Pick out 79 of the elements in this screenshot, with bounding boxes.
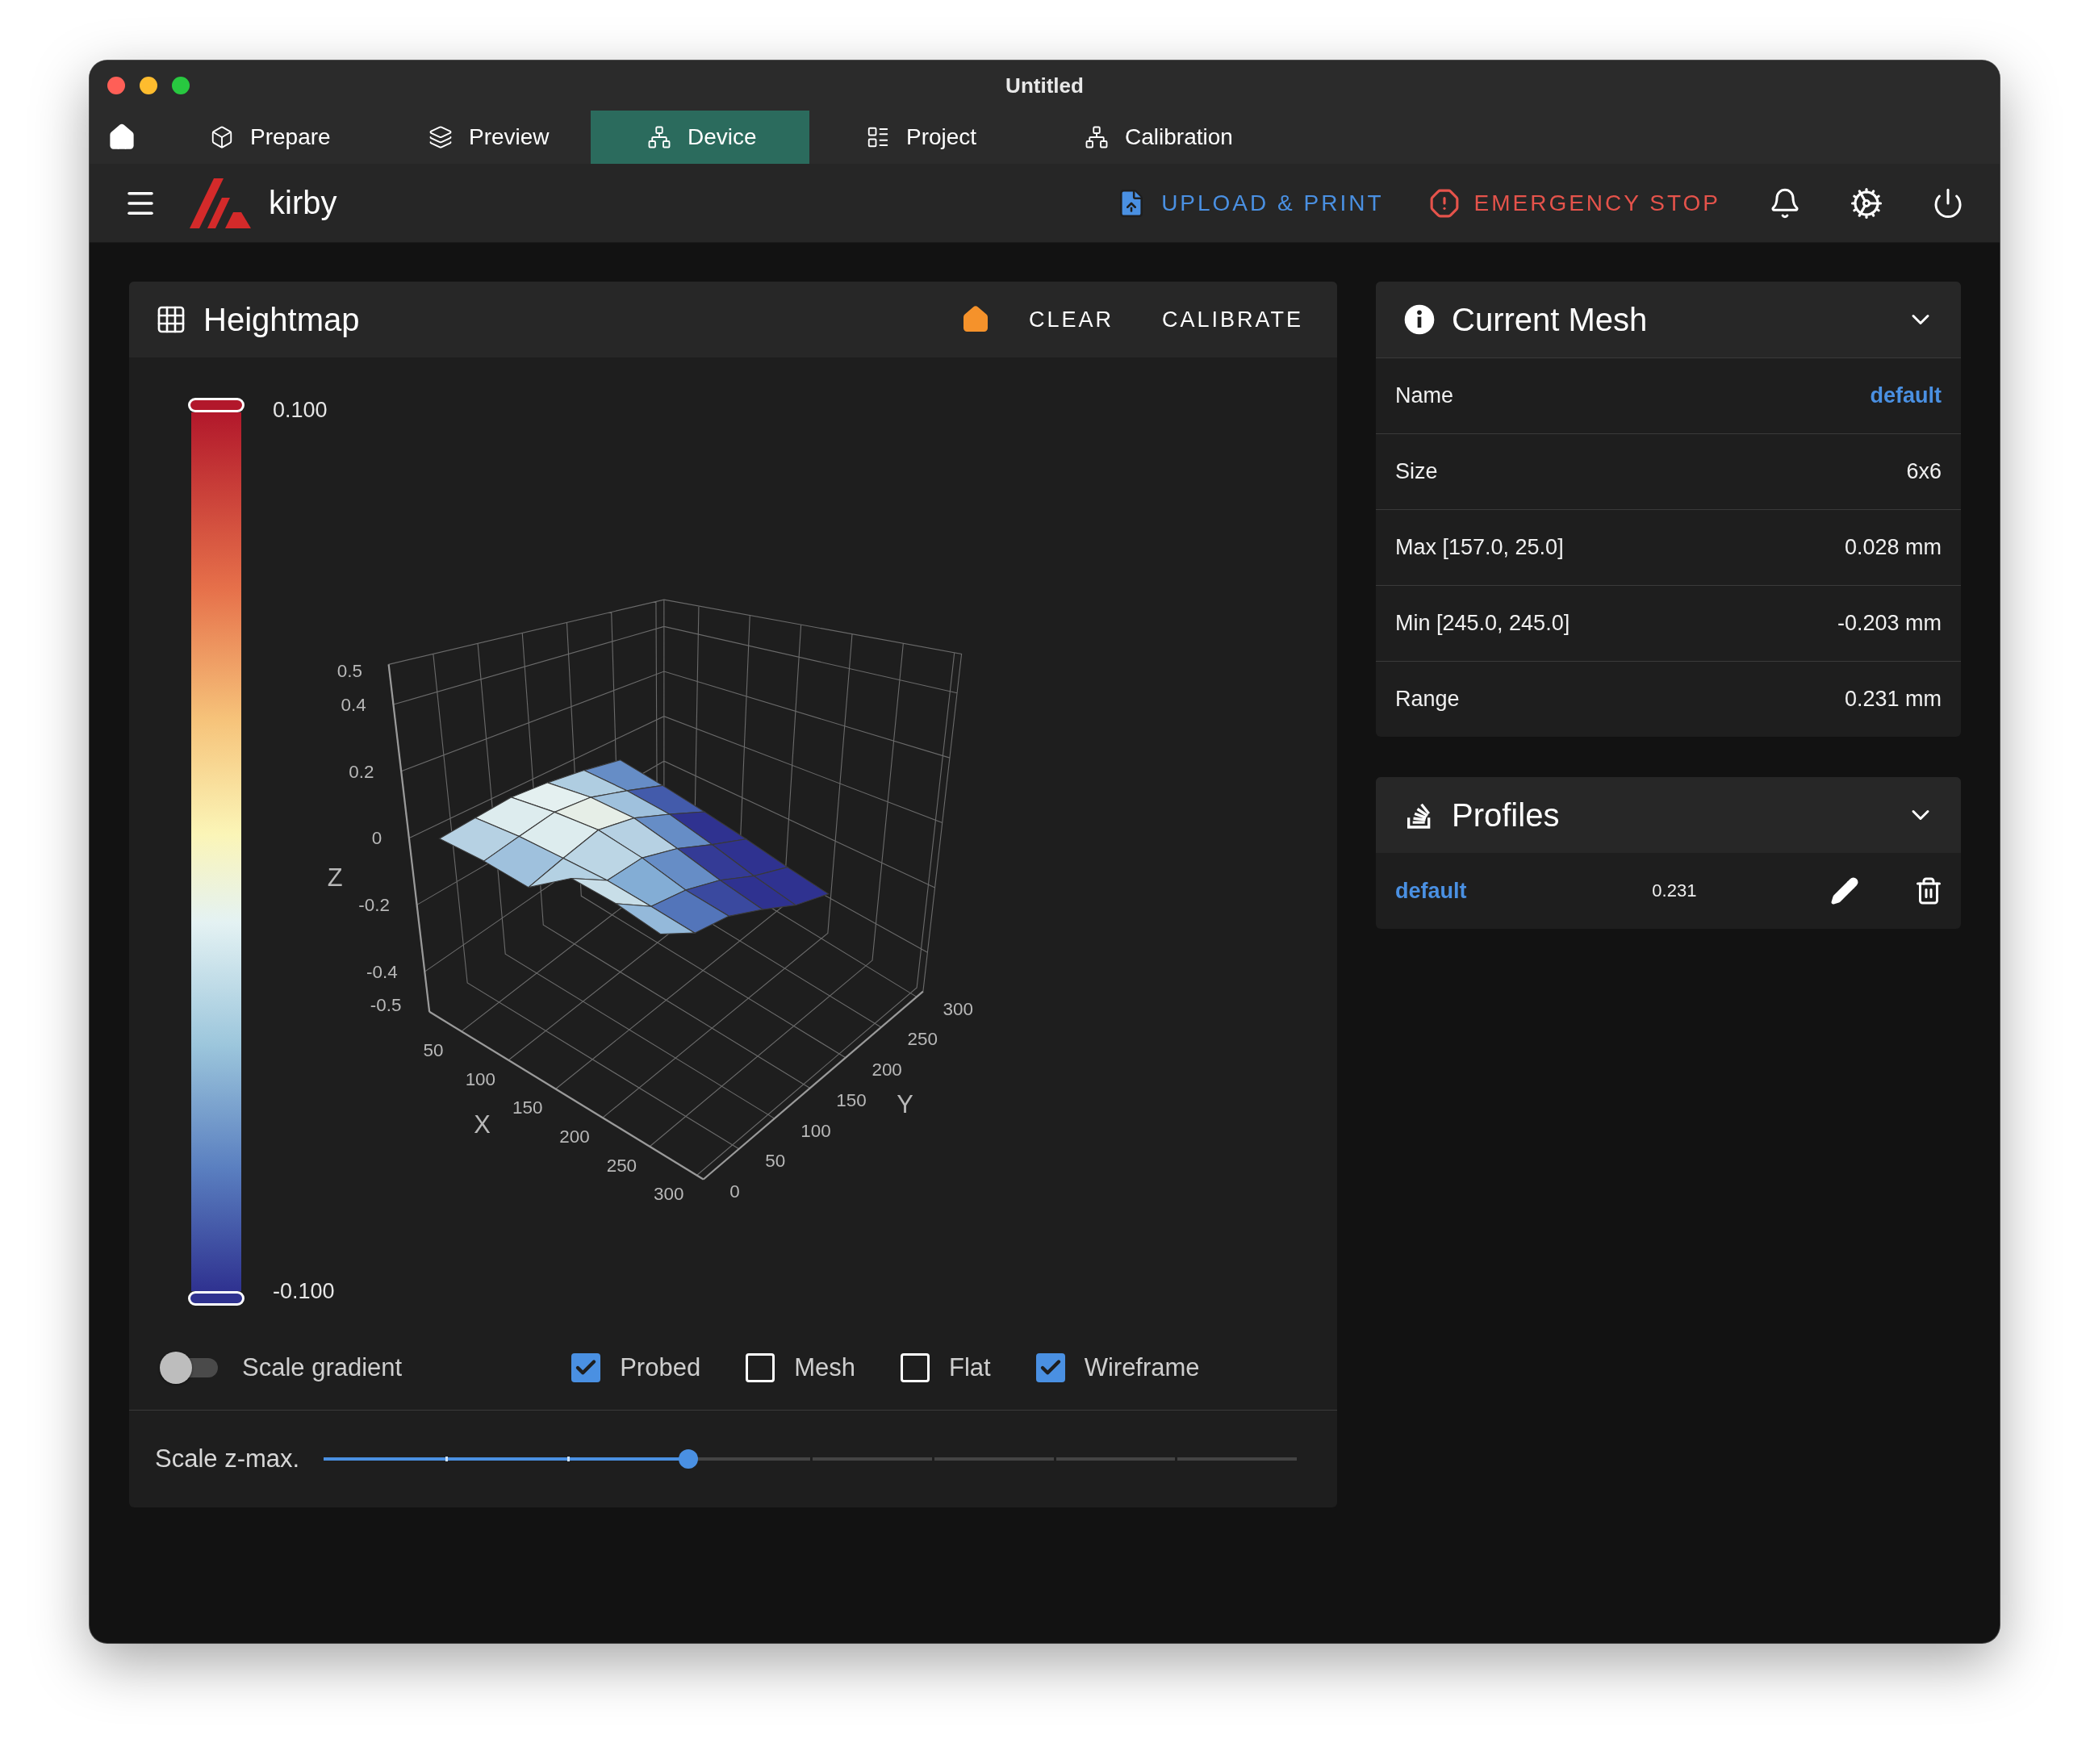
option-label: Wireframe xyxy=(1084,1353,1200,1382)
bell-icon xyxy=(1769,186,1801,219)
axis-title: Y xyxy=(896,1090,913,1118)
axis-tick-label: 0 xyxy=(371,828,382,849)
device-icon xyxy=(1085,125,1109,149)
axis-tick-label: 0.2 xyxy=(348,761,374,782)
emergency-stop-button[interactable]: EMERGENCY STOP xyxy=(1414,181,1735,225)
mesh-name-link[interactable]: default xyxy=(1870,383,1942,408)
settings-icon xyxy=(1850,186,1883,220)
axis-tick-label: 150 xyxy=(835,1089,867,1110)
axis-tick-label: 0.4 xyxy=(341,694,366,715)
axis-tick-label: 150 xyxy=(512,1097,542,1118)
row-value: 6x6 xyxy=(1906,459,1942,484)
window-title: Untitled xyxy=(1005,73,1084,98)
printer-name: kirby xyxy=(269,185,337,221)
row-label: Name xyxy=(1395,383,1454,408)
card-title: Heightmap xyxy=(203,301,360,338)
axis-title: Z xyxy=(327,863,343,892)
row-label: Size xyxy=(1395,459,1438,484)
list-icon xyxy=(866,125,890,149)
card-title: Current Mesh xyxy=(1452,301,1648,338)
profile-range: 0.231 xyxy=(1652,880,1698,901)
slider-thumb[interactable] xyxy=(679,1449,699,1469)
layers-icon xyxy=(428,125,453,149)
row-value: 0.028 mm xyxy=(1844,535,1942,560)
axis-tick-label: 50 xyxy=(423,1039,444,1060)
alert-icon xyxy=(1428,187,1460,219)
checkbox[interactable] xyxy=(1035,1353,1065,1382)
row-label: Min [245.0, 245.0] xyxy=(1395,611,1570,636)
checkbox[interactable] xyxy=(571,1353,601,1382)
option-label: Probed xyxy=(620,1353,701,1382)
axis-tick-label: 50 xyxy=(764,1151,785,1172)
row-value: 0.231 mm xyxy=(1844,687,1942,712)
profile-link[interactable]: default xyxy=(1395,878,1653,904)
nav-tab[interactable]: Device xyxy=(591,111,809,164)
axis-tick-label: 250 xyxy=(907,1029,938,1050)
checkbox[interactable] xyxy=(746,1353,775,1382)
axis-tick-label: 300 xyxy=(943,998,973,1019)
clear-button[interactable]: CLEAR xyxy=(1012,297,1130,342)
axis-tick-label: 0.5 xyxy=(336,661,362,682)
axis-tick-label: 0 xyxy=(729,1181,740,1202)
axis-tick-label: -0.4 xyxy=(366,962,398,982)
axis-tick-label: 300 xyxy=(653,1184,683,1205)
axis-tick-label: -0.5 xyxy=(370,995,402,1016)
upload-button[interactable]: UPLOAD & PRINT xyxy=(1101,181,1398,225)
minimize-button[interactable] xyxy=(140,77,157,94)
axis-tick-label: 250 xyxy=(606,1155,637,1176)
nav-tab[interactable]: Prepare xyxy=(153,111,372,164)
axis-title: X xyxy=(473,1110,491,1139)
trash-icon xyxy=(1914,876,1943,905)
row-label: Range xyxy=(1395,687,1460,712)
axis-tick-label: 100 xyxy=(800,1120,831,1141)
row-value: -0.203 mm xyxy=(1837,611,1942,636)
device-icon xyxy=(647,125,671,149)
axis-tick-label: -0.2 xyxy=(357,895,390,916)
nav-tab[interactable]: Preview xyxy=(372,111,591,164)
axis-tick-label: 200 xyxy=(558,1127,590,1147)
pencil-icon xyxy=(1830,876,1859,905)
axis-tick-label: 200 xyxy=(871,1060,902,1081)
colorbar-label: 0.100 xyxy=(273,398,328,423)
slider-label: Scale z-max. xyxy=(155,1444,300,1473)
zoom-button[interactable] xyxy=(172,77,190,94)
colorbar-handle[interactable] xyxy=(188,398,245,412)
card-title: Profiles xyxy=(1452,796,1560,834)
info-icon xyxy=(1403,303,1436,336)
cube-icon xyxy=(210,125,234,149)
close-button[interactable] xyxy=(107,77,125,94)
option-label: Scale gradient xyxy=(242,1353,403,1382)
axis-tick-label: 100 xyxy=(465,1068,495,1089)
nav-tab[interactable]: Project xyxy=(809,111,1028,164)
option-label: Flat xyxy=(948,1353,991,1382)
colorbar-handle[interactable] xyxy=(188,1291,245,1306)
calibrate-button[interactable]: CALIBRATE xyxy=(1145,297,1319,342)
option-label: Mesh xyxy=(794,1353,855,1382)
nav-tab[interactable]: Calibration xyxy=(1028,111,1247,164)
colorbar-label: -0.100 xyxy=(273,1279,335,1304)
checkbox[interactable] xyxy=(900,1353,930,1382)
logo-icon xyxy=(190,178,251,228)
row-label: Max [157.0, 25.0] xyxy=(1395,535,1564,560)
